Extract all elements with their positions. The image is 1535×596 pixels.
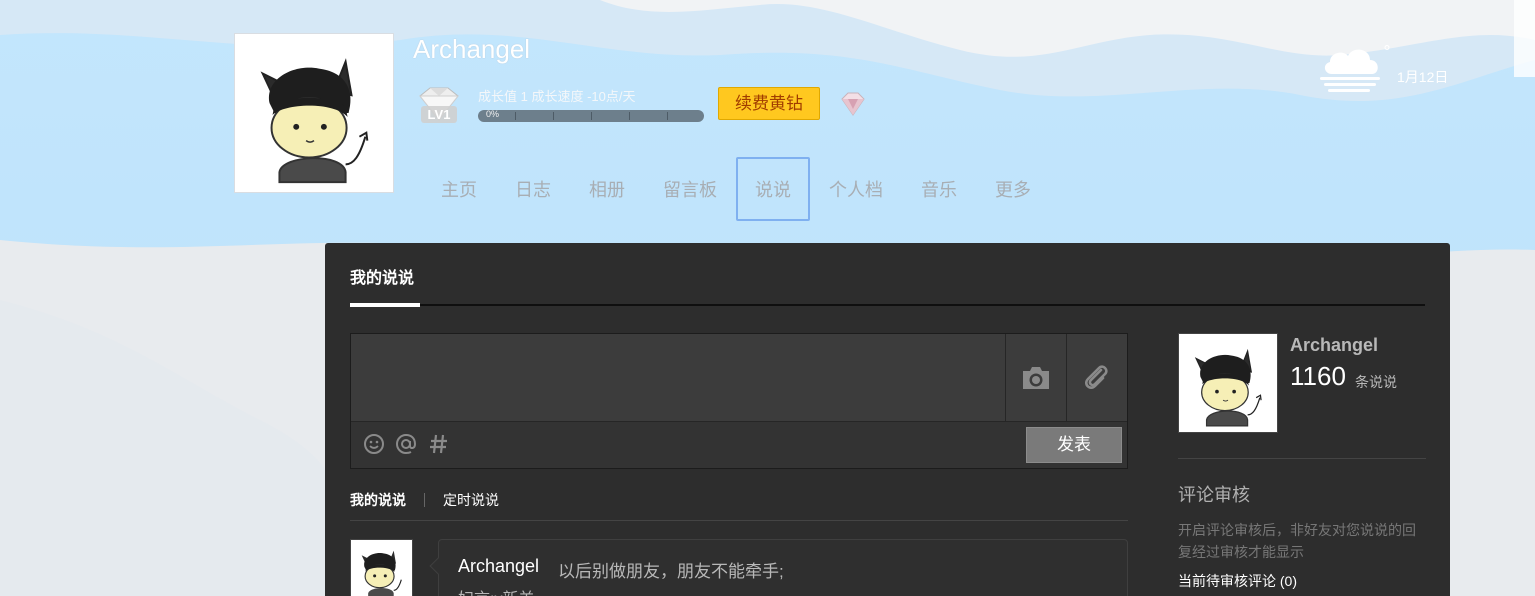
nav-item-shuoshuo[interactable]: 说说 bbox=[736, 157, 810, 221]
shuoshuo-panel: 我的说说 发表 我的说说 定时说说 Archangel 以后别做朋友，朋友不能牵… bbox=[325, 243, 1450, 596]
progress-percent: 0% bbox=[486, 110, 500, 119]
shuoshuo-count: 1160 bbox=[1290, 361, 1346, 391]
camera-icon bbox=[1023, 366, 1049, 389]
cat-boy-avatar-image bbox=[235, 34, 393, 192]
paperclip-icon bbox=[1085, 364, 1108, 389]
progress-tick bbox=[515, 112, 516, 120]
post-submit-button[interactable]: 发表 bbox=[1026, 427, 1122, 463]
cloud-fog-icon bbox=[1320, 49, 1380, 92]
cat-boy-avatar-image bbox=[351, 540, 412, 596]
level-diamond-icon[interactable]: LV1 bbox=[412, 86, 466, 126]
upload-photo-button[interactable] bbox=[1005, 334, 1066, 421]
post-editor: 发表 bbox=[350, 333, 1128, 469]
main-nav: 主页 日志 相册 留言板 说说 个人档 音乐 更多 bbox=[422, 157, 1050, 221]
sidebar-divider bbox=[1178, 458, 1426, 459]
growth-info: 成长值 1 成长速度 -10点/天 bbox=[478, 89, 636, 104]
feed-bubble-arrow bbox=[429, 557, 447, 575]
sidebar-avatar[interactable] bbox=[1178, 333, 1278, 433]
feed-item-avatar[interactable] bbox=[350, 539, 413, 596]
comment-review-title: 评论审核 bbox=[1178, 485, 1250, 505]
shuoshuo-subtabs: 我的说说 定时说说 bbox=[350, 490, 499, 510]
editor-toolbar: 发表 bbox=[351, 421, 1127, 468]
sidebar-username[interactable]: Archangel bbox=[1290, 335, 1378, 356]
panel-divider bbox=[420, 304, 1425, 306]
nav-item-home[interactable]: 主页 bbox=[422, 157, 496, 221]
cat-boy-avatar-image bbox=[1179, 334, 1277, 432]
shuoshuo-count-unit: 条说说 bbox=[1355, 374, 1397, 390]
mention-button[interactable] bbox=[394, 432, 418, 456]
profile-username[interactable]: Archangel bbox=[413, 34, 530, 65]
subtab-separator bbox=[424, 493, 425, 507]
progress-tick bbox=[667, 112, 668, 120]
feed-author[interactable]: Archangel bbox=[458, 556, 539, 577]
gem-icon[interactable] bbox=[838, 91, 868, 117]
progress-tick bbox=[629, 112, 630, 120]
growth-progress-bar: 0% bbox=[478, 110, 704, 122]
panel-title[interactable]: 我的说说 bbox=[350, 264, 414, 288]
nav-item-profile[interactable]: 个人档 bbox=[810, 157, 902, 221]
smiley-icon bbox=[364, 434, 384, 454]
feed-content-line2: 妇言:γ新羊 bbox=[458, 585, 534, 596]
panel-title-underline bbox=[350, 303, 420, 307]
hashtag-icon bbox=[430, 434, 447, 454]
comment-review-description: 开启评论审核后，非好友对您说说的回复经过审核才能显示 bbox=[1178, 522, 1416, 560]
at-sign-icon bbox=[395, 433, 417, 455]
subtab-my-shuoshuo[interactable]: 我的说说 bbox=[350, 490, 406, 510]
subtab-scheduled-shuoshuo[interactable]: 定时说说 bbox=[443, 490, 499, 510]
post-textarea[interactable] bbox=[351, 334, 1005, 421]
nav-item-album[interactable]: 相册 bbox=[570, 157, 644, 221]
nav-item-blog[interactable]: 日志 bbox=[496, 157, 570, 221]
topic-button[interactable] bbox=[427, 432, 451, 456]
weather-date: 1月12日 bbox=[1397, 69, 1449, 85]
weather-degree: ° bbox=[1383, 42, 1391, 61]
nav-item-messageboard[interactable]: 留言板 bbox=[644, 157, 736, 221]
progress-tick bbox=[591, 112, 592, 120]
emoji-button[interactable] bbox=[362, 432, 386, 456]
nav-item-music[interactable]: 音乐 bbox=[902, 157, 976, 221]
attach-link-button[interactable] bbox=[1066, 334, 1127, 421]
renew-yellow-diamond-button[interactable]: 续费黄钻 bbox=[718, 87, 820, 120]
feed-item: Archangel 以后别做朋友，朋友不能牵手; 妇言:γ新羊 bbox=[429, 539, 1128, 596]
feed-content: 以后别做朋友，朋友不能牵手; bbox=[558, 562, 784, 581]
subtab-divider bbox=[350, 520, 1128, 521]
level-label: LV1 bbox=[428, 107, 451, 122]
progress-tick bbox=[553, 112, 554, 120]
profile-avatar[interactable] bbox=[234, 33, 394, 193]
pending-review-comments-link[interactable]: 当前待审核评论 (0) bbox=[1178, 571, 1297, 591]
nav-item-more[interactable]: 更多 bbox=[976, 157, 1050, 221]
